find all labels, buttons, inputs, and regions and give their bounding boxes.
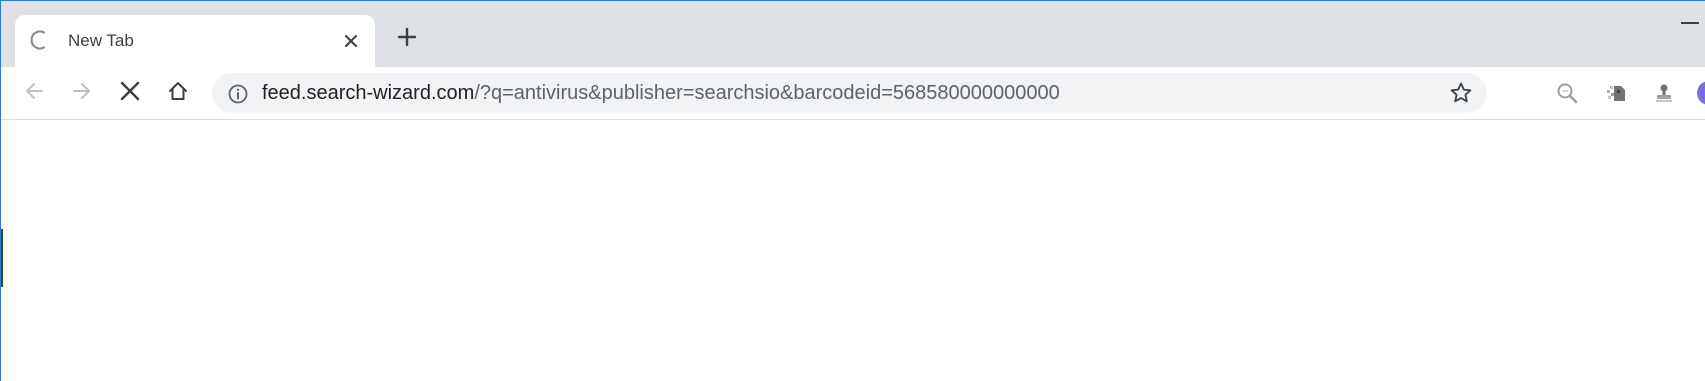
stop-button[interactable] bbox=[116, 79, 144, 107]
info-icon[interactable] bbox=[227, 83, 249, 105]
forward-button[interactable] bbox=[68, 79, 96, 107]
minimize-button[interactable] bbox=[1681, 22, 1699, 24]
back-arrow-icon bbox=[23, 80, 45, 107]
url-path: /?q=antivirus&publisher=searchsio&barcod… bbox=[474, 82, 1060, 104]
avatar[interactable] bbox=[1697, 81, 1705, 105]
back-button[interactable] bbox=[20, 79, 48, 107]
home-icon bbox=[167, 80, 189, 107]
tab-title: New Tab bbox=[68, 31, 134, 50]
forward-arrow-icon bbox=[71, 80, 93, 107]
stop-icon bbox=[119, 80, 141, 107]
search-extension-icon[interactable] bbox=[1553, 79, 1581, 107]
url-host: feed.search-wizard.com bbox=[262, 82, 475, 104]
pixel-extension-icon[interactable] bbox=[1602, 79, 1630, 107]
tab-strip: New Tab bbox=[1, 1, 1705, 67]
new-tab-button[interactable] bbox=[393, 25, 421, 53]
star-icon[interactable] bbox=[1449, 81, 1473, 105]
home-button[interactable] bbox=[164, 79, 192, 107]
stamp-extension-icon[interactable] bbox=[1650, 79, 1678, 107]
window-edge-strip bbox=[1, 229, 3, 287]
loading-spinner-icon bbox=[29, 29, 51, 51]
address-bar[interactable]: feed.search-wizard.com/?q=antivirus&publ… bbox=[212, 73, 1487, 113]
tab-new-tab[interactable]: New Tab bbox=[15, 15, 375, 67]
url-text[interactable]: feed.search-wizard.com/?q=antivirus&publ… bbox=[262, 73, 1060, 113]
browser-window: New Tab feed.search-wizard.com/?q=antivi… bbox=[0, 0, 1705, 381]
close-icon[interactable] bbox=[339, 29, 363, 53]
plus-icon bbox=[397, 27, 417, 52]
toolbar: feed.search-wizard.com/?q=antivirus&publ… bbox=[1, 67, 1705, 120]
